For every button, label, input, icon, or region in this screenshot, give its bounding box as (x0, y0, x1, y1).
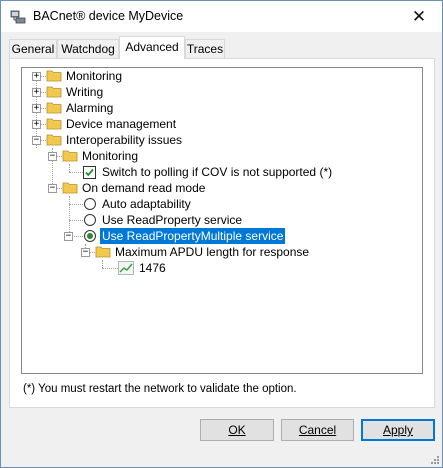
apply-button[interactable]: Apply (361, 419, 435, 441)
checkbox-checked-icon[interactable] (83, 166, 96, 179)
network-device-icon (10, 10, 26, 24)
dialog-window: BACnet® device MyDevice ✕ General Watchd… (0, 0, 443, 468)
numeric-value-icon (118, 261, 134, 275)
tree-item-interoperability[interactable]: − Interoperability issues (22, 132, 322, 148)
collapse-icon[interactable]: − (48, 184, 57, 193)
tree-label: Device management (66, 117, 177, 131)
tree-item-on-demand-read-mode[interactable]: − On demand read mode (22, 180, 322, 196)
collapse-icon[interactable]: − (48, 152, 57, 161)
ok-button[interactable]: OK (200, 419, 274, 441)
close-icon[interactable]: ✕ (396, 1, 442, 32)
folder-icon (46, 118, 62, 130)
tab-traces[interactable]: Traces (185, 39, 225, 58)
collapse-icon[interactable]: − (64, 232, 73, 241)
tree-label: Use ReadProperty service (102, 213, 243, 227)
tree-label: On demand read mode (82, 181, 206, 195)
tree-item-monitoring[interactable]: + Monitoring (22, 68, 322, 84)
tree-label: Auto adaptability (102, 197, 191, 211)
tree-label: Alarming (66, 101, 114, 115)
folder-icon (46, 70, 62, 82)
tree-item-device-management[interactable]: + Device management (22, 116, 322, 132)
restart-note: (*) You must restart the network to vali… (23, 383, 297, 395)
tree-item-alarming[interactable]: + Alarming (22, 100, 322, 116)
folder-open-icon (62, 150, 78, 162)
tab-advanced[interactable]: Advanced (119, 36, 185, 59)
tree-label-selected: Use ReadPropertyMultiple service (98, 227, 287, 245)
tree-label: Maximum APDU length for response (115, 245, 310, 259)
tree-label: Interoperability issues (66, 133, 183, 147)
window-title: BACnet® device MyDevice (33, 9, 184, 23)
tab-general[interactable]: General (9, 39, 57, 58)
tree-label: Writing (66, 85, 104, 99)
expand-icon[interactable]: + (32, 88, 41, 97)
collapse-icon[interactable]: − (81, 248, 90, 257)
tree-item-apdu-value[interactable]: 1476 (22, 260, 322, 276)
radio-auto-adaptability[interactable]: Auto adaptability (22, 196, 322, 212)
tree-item-writing[interactable]: + Writing (22, 84, 322, 100)
tree-label: Monitoring (66, 69, 123, 83)
apply-label: Apply (382, 423, 414, 437)
radio-selected-icon[interactable] (84, 230, 96, 242)
folder-open-icon (62, 182, 78, 194)
radio-use-readproperty[interactable]: Use ReadProperty service (22, 212, 322, 228)
folder-icon (46, 102, 62, 114)
folder-icon (46, 86, 62, 98)
expand-icon[interactable]: + (32, 120, 41, 129)
radio-use-readpropertymultiple[interactable]: − Use ReadPropertyMultiple service (22, 227, 382, 245)
resize-grip-icon[interactable] (430, 455, 440, 465)
expand-icon[interactable]: + (32, 72, 41, 81)
folder-open-icon (95, 246, 111, 258)
tab-watchdog[interactable]: Watchdog (57, 39, 119, 58)
options-tree[interactable]: + Monitoring + Writing + Alarming + Devi… (21, 67, 423, 374)
expand-icon[interactable]: + (32, 104, 41, 113)
tree-item-interop-monitoring[interactable]: − Monitoring (22, 148, 322, 164)
folder-open-icon (46, 134, 62, 146)
cancel-label: Cancel (298, 423, 337, 437)
ok-label: OK (228, 423, 246, 437)
tree-item-max-apdu[interactable]: − Maximum APDU length for response (22, 244, 402, 260)
tree-label: Monitoring (82, 149, 139, 163)
tree-label: Switch to polling if COV is not supporte… (102, 165, 333, 179)
radio-unselected-icon[interactable] (84, 214, 96, 226)
cancel-button[interactable]: Cancel (281, 419, 354, 441)
radio-unselected-icon[interactable] (84, 198, 96, 210)
title-bar: BACnet® device MyDevice ✕ (1, 1, 442, 32)
tree-label: 1476 (139, 261, 166, 275)
switch-polling-checkbox[interactable]: Switch to polling if COV is not supporte… (22, 164, 402, 180)
collapse-icon[interactable]: − (32, 136, 41, 145)
